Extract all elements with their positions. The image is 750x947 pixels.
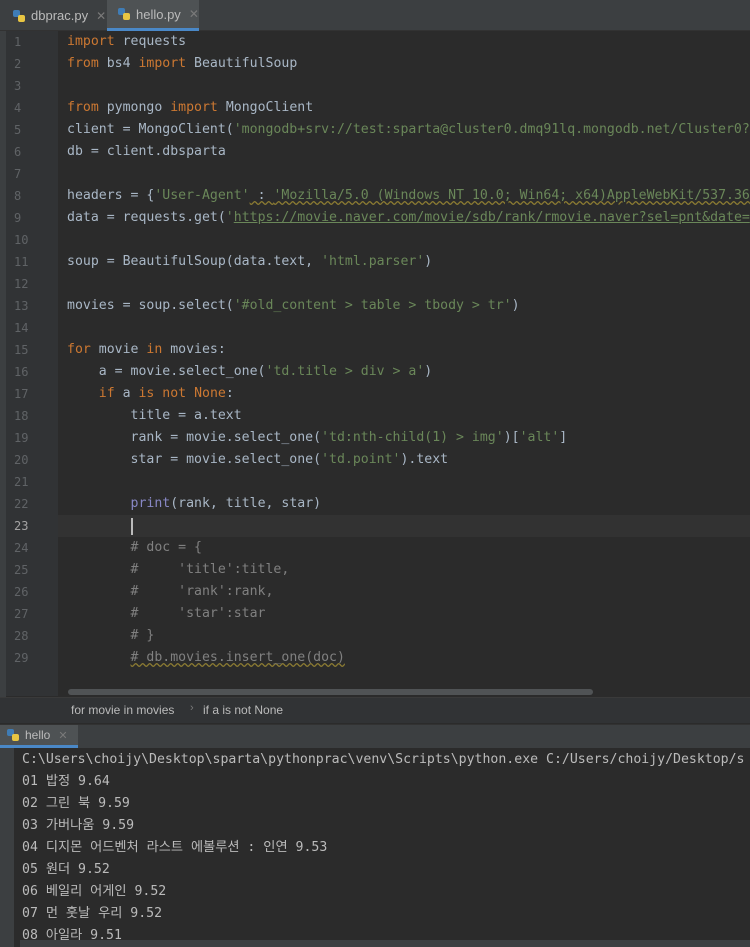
line-number: 18 (14, 409, 29, 423)
line-number: 6 (14, 145, 22, 159)
code-line-8: headers = {'User-Agent' : 'Mozilla/5.0 (… (67, 188, 750, 203)
line-number: 5 (14, 123, 22, 137)
code-line-22: print(rank, title, star) (130, 496, 322, 511)
line-number: 21 (14, 475, 29, 489)
console-line: 06 베일리 어게인 9.52 (22, 884, 167, 899)
console-line: 07 먼 훗날 우리 9.52 (22, 906, 163, 921)
code-editor[interactable]: import requests from bs4 import Beautifu… (58, 31, 750, 696)
line-number: 9 (14, 211, 22, 225)
line-number: 1 (14, 35, 22, 49)
line-number: 20 (14, 453, 29, 467)
line-number: 15 (14, 343, 29, 357)
run-console[interactable]: C:\Users\choijy\Desktop\sparta\pythonpra… (0, 748, 750, 947)
tab-hello[interactable]: hello.py ✕ (107, 0, 199, 31)
run-toolbar-strip (0, 748, 14, 947)
tab-label: hello.py (136, 6, 181, 22)
close-icon[interactable]: ✕ (189, 7, 199, 21)
console-line: 01 밥정 9.64 (22, 774, 110, 789)
line-number: 8 (14, 189, 22, 203)
breadcrumb-item-for[interactable]: for movie in movies (71, 703, 174, 717)
code-line-19: rank = movie.select_one('td:nth-child(1)… (67, 430, 568, 445)
breadcrumb: for movie in movies › if a is not None (0, 697, 750, 723)
line-number: 24 (14, 541, 29, 555)
console-line: 04 디지몬 어드벤처 라스트 에볼루션 : 인연 9.53 (22, 840, 328, 855)
code-line-6: db = client.dbsparta (67, 144, 226, 159)
code-line-28: # } (67, 628, 155, 643)
code-line-20: star = movie.select_one('td.point').text (67, 452, 449, 467)
console-line: 03 가버나움 9.59 (22, 818, 135, 833)
line-number-current: 23 (14, 519, 29, 533)
close-icon[interactable]: ✕ (58, 729, 67, 742)
editor-tab-bar: dbprac.py ✕ hello.py ✕ (0, 0, 750, 31)
line-number: 10 (14, 233, 29, 247)
text-caret (131, 518, 133, 535)
code-line-17: if a is not None: (98, 386, 234, 401)
code-line-16: a = movie.select_one('td.title > div > a… (67, 364, 433, 379)
line-number: 19 (14, 431, 29, 445)
code-line-5: client = MongoClient('mongodb+srv://test… (67, 122, 750, 137)
line-number: 28 (14, 629, 29, 643)
line-number: 17 (14, 387, 29, 401)
code-line-29: # db.movies.insert_one(doc) (130, 650, 345, 665)
line-number: 26 (14, 585, 29, 599)
code-line-4: from pymongo import MongoClient (67, 100, 314, 115)
code-line-27: # 'star':star (67, 606, 266, 621)
python-file-icon (117, 7, 131, 21)
line-number: 2 (14, 57, 22, 71)
tab-label: dbprac.py (31, 8, 89, 23)
code-line-13: movies = soup.select('#old_content > tab… (67, 298, 520, 313)
run-tool-window-header: hello ✕ (0, 724, 750, 748)
code-line-15: for movie in movies: (67, 342, 226, 357)
line-number: 29 (14, 651, 29, 665)
horizontal-scrollbar[interactable] (68, 689, 593, 695)
chevron-right-icon: › (190, 702, 194, 714)
code-line-11: soup = BeautifulSoup(data.text, 'html.pa… (67, 254, 433, 269)
console-horizontal-scrollbar[interactable] (20, 940, 750, 947)
run-tab-label: hello (25, 728, 51, 742)
line-number: 27 (14, 607, 29, 621)
line-number: 11 (14, 255, 29, 269)
console-line: 05 원더 9.52 (22, 862, 110, 877)
code-line-25: # 'title':title, (67, 562, 290, 577)
breadcrumb-item-if[interactable]: if a is not None (203, 703, 283, 717)
code-line-24: # doc = { (67, 540, 202, 555)
line-number: 13 (14, 299, 29, 313)
line-number: 16 (14, 365, 29, 379)
code-line-26: # 'rank':rank, (67, 584, 274, 599)
code-line-18: title = a.text (67, 408, 242, 423)
line-number: 7 (14, 167, 22, 181)
line-number: 25 (14, 563, 29, 577)
python-file-icon (12, 9, 26, 23)
code-line-2: from bs4 import BeautifulSoup (67, 56, 298, 71)
line-number: 12 (14, 277, 29, 291)
code-line-9: data = requests.get('https://movie.naver… (67, 210, 750, 225)
python-file-icon (6, 728, 20, 742)
current-line-highlight (58, 515, 750, 537)
tab-dbprac[interactable]: dbprac.py ✕ (0, 0, 106, 31)
console-line: 02 그린 북 9.59 (22, 796, 130, 811)
line-number: 22 (14, 497, 29, 511)
code-line-1: import requests (67, 34, 187, 49)
line-number: 4 (14, 101, 22, 115)
close-icon[interactable]: ✕ (96, 9, 106, 23)
line-number: 3 (14, 79, 22, 93)
run-tab-hello[interactable]: hello ✕ (0, 725, 78, 748)
console-line: C:\Users\choijy\Desktop\sparta\pythonpra… (22, 752, 745, 767)
line-number: 14 (14, 321, 29, 335)
line-number-gutter: 1 2 3 4 5 6 7 8 9 10 11 12 13 14 15 16 1… (6, 31, 70, 696)
